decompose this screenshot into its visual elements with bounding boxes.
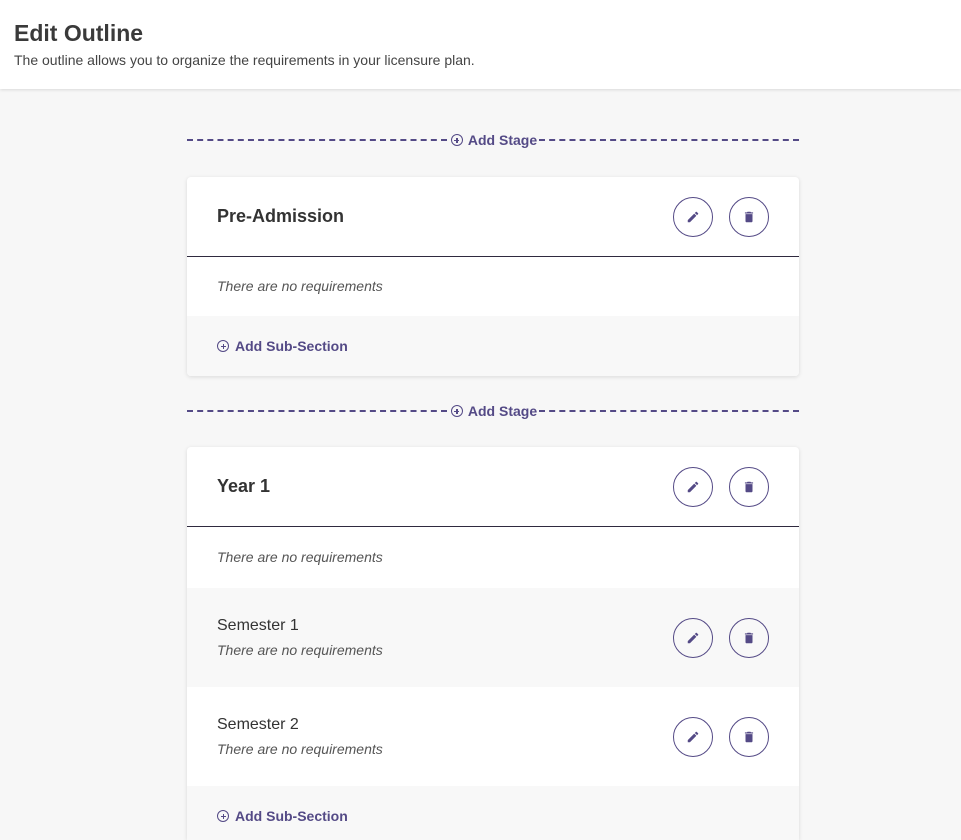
add-stage-button[interactable]: Add Stage xyxy=(447,132,539,148)
empty-requirements-text: There are no requirements xyxy=(217,741,383,757)
delete-stage-button[interactable] xyxy=(729,466,769,507)
page-title: Edit Outline xyxy=(14,20,144,46)
add-stage-divider: Add Stage xyxy=(187,130,800,150)
sub-section: Semester 1 There are no requirements xyxy=(187,588,799,687)
add-stage-divider: Add Stage xyxy=(187,401,800,421)
add-stage-label: Add Stage xyxy=(467,403,538,419)
pencil-icon xyxy=(687,481,699,492)
sub-section-info: Semester 2 There are no requirements xyxy=(217,716,383,757)
stage-header: Year 1 xyxy=(187,447,799,527)
stage-actions xyxy=(673,196,769,237)
plus-circle-icon xyxy=(217,810,229,822)
dashed-divider xyxy=(187,410,447,412)
edit-stage-button[interactable] xyxy=(673,466,713,507)
edit-sub-section-button[interactable] xyxy=(673,716,713,757)
trash-icon xyxy=(744,211,754,222)
empty-requirements-text: There are no requirements xyxy=(217,642,383,658)
sub-section-info: Semester 1 There are no requirements xyxy=(217,617,383,658)
dashed-divider xyxy=(187,139,447,141)
sub-section-title: Semester 1 xyxy=(217,617,299,634)
add-sub-section-label: Add Sub-Section xyxy=(235,808,348,824)
delete-sub-section-button[interactable] xyxy=(729,617,769,658)
trash-icon xyxy=(744,731,754,742)
add-stage-label: Add Stage xyxy=(467,132,538,148)
stage-title: Year 1 xyxy=(217,476,271,496)
trash-icon xyxy=(744,632,754,643)
sub-section: Semester 2 There are no requirements xyxy=(187,687,799,786)
pencil-icon xyxy=(687,632,699,643)
stage-title: Pre-Admission xyxy=(217,206,345,226)
delete-sub-section-button[interactable] xyxy=(729,716,769,757)
stage-body: There are no requirements xyxy=(187,527,799,588)
plus-circle-icon xyxy=(217,340,229,352)
page-subtitle: The outline allows you to organize the r… xyxy=(14,52,475,68)
sub-section-title: Semester 2 xyxy=(217,716,299,733)
dashed-divider xyxy=(539,139,800,141)
edit-sub-section-button[interactable] xyxy=(673,617,713,658)
plus-circle-icon xyxy=(450,134,463,146)
stage-body: There are no requirements xyxy=(187,257,799,316)
add-sub-section-button[interactable]: Add Sub-Section xyxy=(187,316,799,376)
dashed-divider xyxy=(539,410,800,412)
empty-requirements-text: There are no requirements xyxy=(217,278,383,294)
add-sub-section-button[interactable]: Add Sub-Section xyxy=(187,786,799,840)
stage-header: Pre-Admission xyxy=(187,177,799,257)
add-sub-section-label: Add Sub-Section xyxy=(235,338,348,354)
trash-icon xyxy=(744,481,754,492)
stage-card: Pre-Admission There are no requirements … xyxy=(187,177,799,376)
pencil-icon xyxy=(687,731,699,742)
stage-card: Year 1 There are no requirements Semeste… xyxy=(187,447,799,840)
sub-section-actions xyxy=(673,716,769,757)
stage-actions xyxy=(673,466,769,507)
add-stage-button[interactable]: Add Stage xyxy=(447,403,539,419)
edit-stage-button[interactable] xyxy=(673,196,713,237)
pencil-icon xyxy=(687,211,699,222)
delete-stage-button[interactable] xyxy=(729,196,769,237)
empty-requirements-text: There are no requirements xyxy=(217,549,383,565)
plus-circle-icon xyxy=(450,405,463,417)
page-header: Edit Outline The outline allows you to o… xyxy=(0,0,961,89)
sub-section-actions xyxy=(673,617,769,658)
